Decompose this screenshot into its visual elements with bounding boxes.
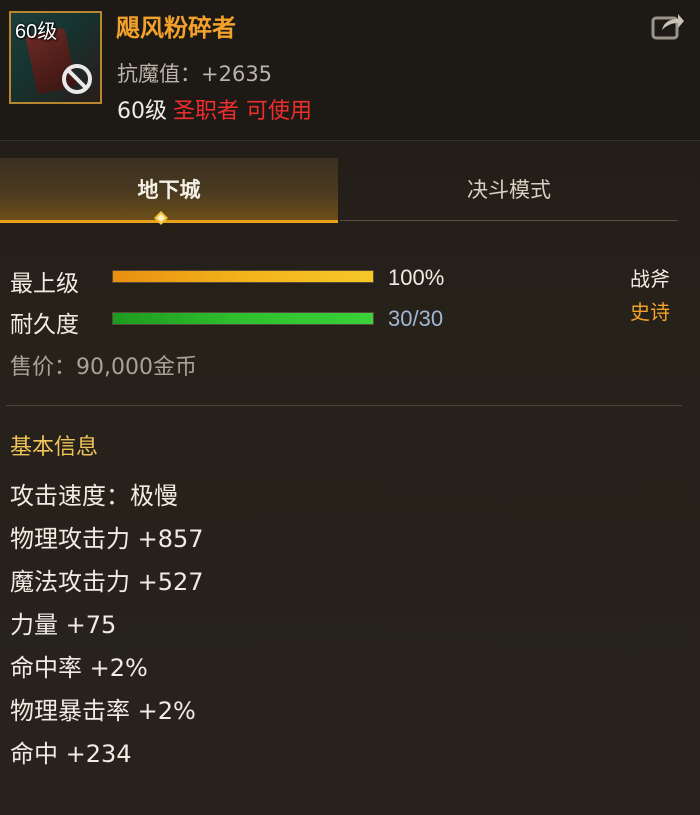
grade-bar [112,270,374,283]
stat-line: 攻击速度：极慢 [10,482,178,510]
grade-bar-fill [113,271,373,282]
tab-dungeon[interactable]: 地下城 [0,158,338,223]
grade-value: 100% [388,265,445,290]
item-header: 60级 飓风粉碎者 抗魔值：+2635 60级 圣职者 可使用 [0,0,700,141]
stat-line: 魔法攻击力 +527 [10,568,204,596]
required-level: 60级 [117,99,167,124]
section-title-basic-info: 基本信息 [10,435,99,460]
stat-line: 命中率 +2% [10,654,148,682]
rarity-label: 史诗 [630,300,670,324]
sell-price: 售价：90,000金币 [10,355,197,380]
stat-line: 物理攻击力 +857 [10,525,204,553]
durability-bar [112,312,374,325]
requirement-line: 60级 圣职者 可使用 [117,93,312,125]
item-name: 飓风粉碎者 [116,14,236,42]
item-level-tag: 60级 [15,21,58,43]
divider [6,405,682,406]
stat-line: 力量 +75 [10,611,117,639]
durability-value: 30/30 [388,306,444,331]
anti-magic-value: 抗魔值：+2635 [117,62,273,86]
item-tooltip-panel: 60级 飓风粉碎者 抗魔值：+2635 60级 圣职者 可使用 地下城 决斗模式 … [0,0,700,815]
grade-label: 最上级 [10,271,79,297]
weapon-type: 战斧 [630,267,670,291]
durability-bar-fill [113,313,373,324]
stat-line: 物理暴击率 +2% [10,697,196,725]
stat-line: 命中 +234 [10,740,132,768]
item-icon: 60级 [9,11,102,104]
active-tab-indicator-icon [154,211,168,225]
required-class: 圣职者 可使用 [173,99,312,124]
no-entry-icon [62,64,92,94]
tab-duel-mode[interactable]: 决斗模式 [340,158,678,221]
mode-tabs: 地下城 决斗模式 [0,158,680,223]
durability-label: 耐久度 [10,312,79,338]
share-icon[interactable] [650,10,686,42]
